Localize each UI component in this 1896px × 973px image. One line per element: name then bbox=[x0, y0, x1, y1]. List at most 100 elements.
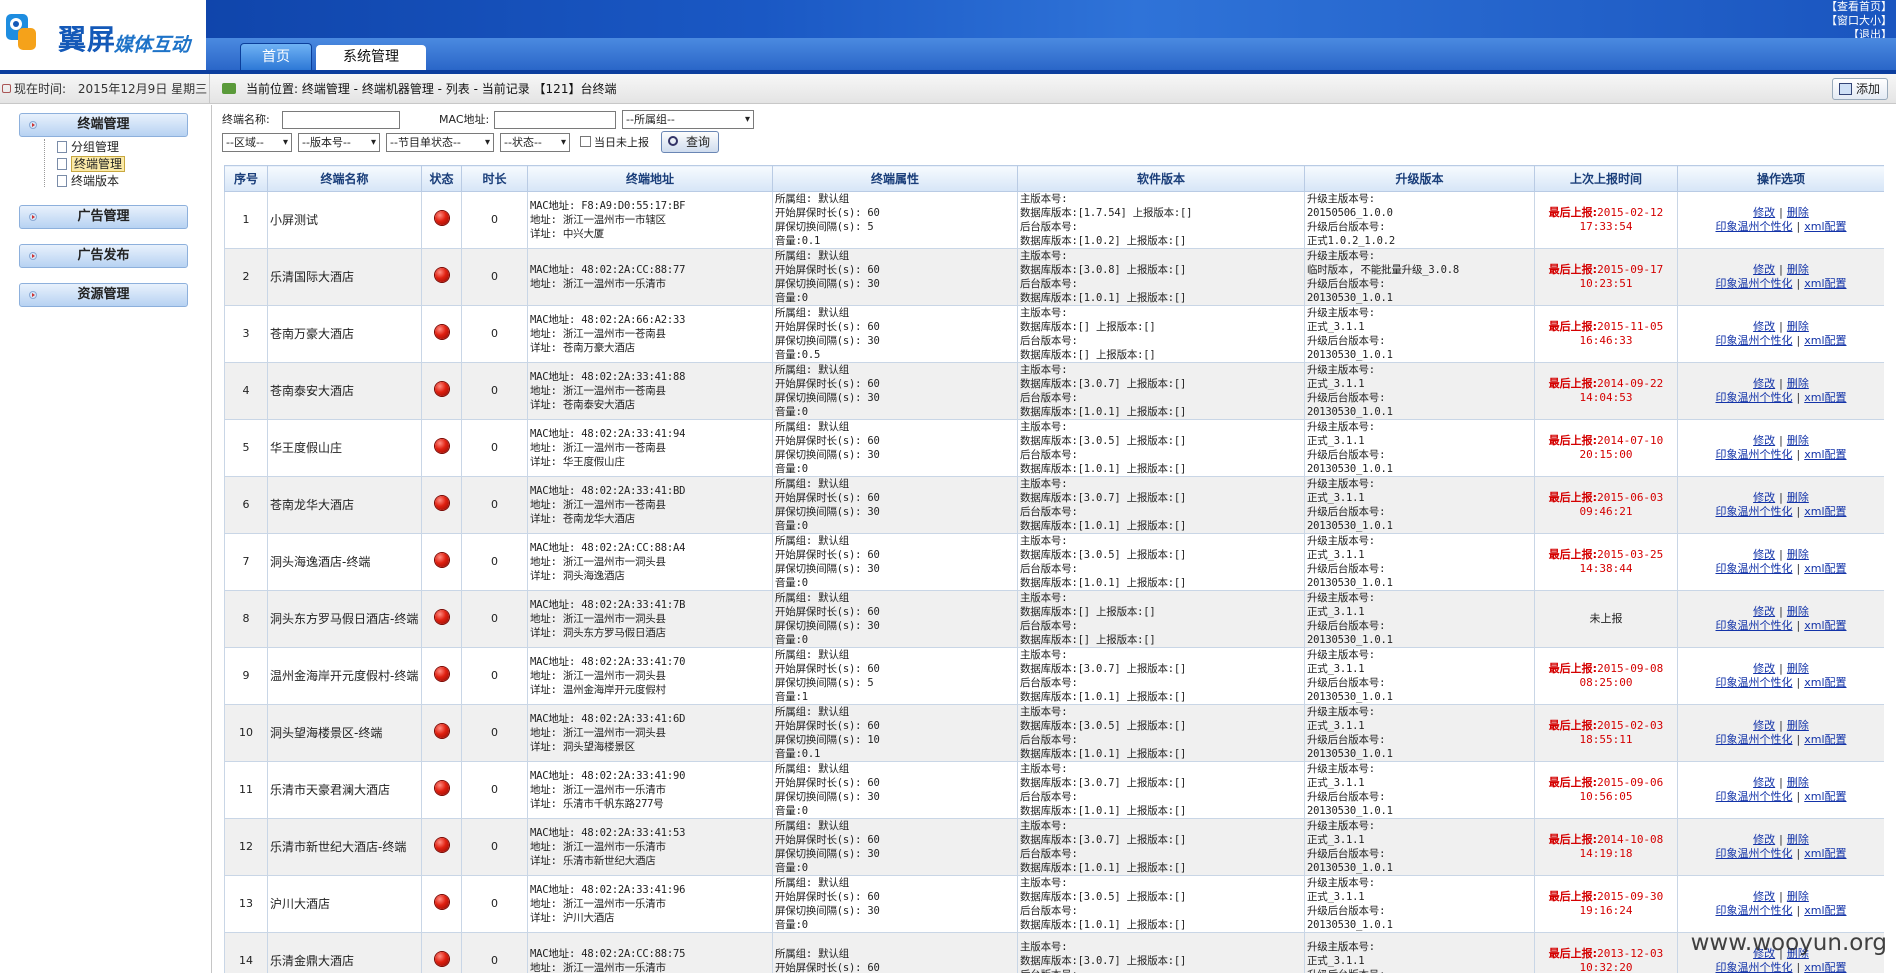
sidebar-item-terminal-version[interactable]: 终端版本 bbox=[55, 173, 119, 189]
xml-config-link[interactable]: xml配置 bbox=[1804, 220, 1846, 233]
edit-link[interactable]: 修改 bbox=[1753, 548, 1775, 561]
region-select[interactable]: --区域-- bbox=[222, 133, 292, 152]
delete-link[interactable]: 删除 bbox=[1787, 890, 1809, 903]
tab-home[interactable]: 首页 bbox=[240, 43, 312, 70]
sidebar-group-resource-management[interactable]: 资源管理 bbox=[19, 283, 188, 307]
xml-config-link[interactable]: xml配置 bbox=[1804, 505, 1846, 518]
status-cell bbox=[421, 590, 462, 648]
personalize-link[interactable]: 印象温州个性化 bbox=[1716, 505, 1793, 518]
action-separator: | bbox=[1796, 961, 1801, 973]
sidebar-item-group-management[interactable]: 分组管理 bbox=[55, 139, 119, 155]
personalize-link[interactable]: 印象温州个性化 bbox=[1716, 961, 1793, 973]
table-header-row: 序号 终端名称 状态 时长 终端地址 终端属性 软件版本 升级版本 上次上报时间… bbox=[224, 165, 1884, 192]
delete-link[interactable]: 删除 bbox=[1787, 491, 1809, 504]
xml-config-link[interactable]: xml配置 bbox=[1804, 961, 1846, 973]
delete-link[interactable]: 删除 bbox=[1787, 434, 1809, 447]
personalize-link[interactable]: 印象温州个性化 bbox=[1716, 733, 1793, 746]
unreported-today-checkbox[interactable] bbox=[580, 136, 591, 147]
sidebar-item-terminal-management[interactable]: 终端管理 bbox=[55, 156, 126, 172]
query-button[interactable]: 查询 bbox=[661, 131, 719, 153]
personalize-link[interactable]: 印象温州个性化 bbox=[1716, 904, 1793, 917]
delete-link[interactable]: 删除 bbox=[1787, 719, 1809, 732]
upgrade-version: 升级主版本号: 正式_3.1.1 升级后台版本号: 20130530_1.0.1 bbox=[1304, 590, 1535, 648]
tab-system-management[interactable]: 系统管理 bbox=[316, 45, 426, 70]
mac-address-input[interactable] bbox=[494, 111, 616, 129]
xml-config-link[interactable]: xml配置 bbox=[1804, 448, 1846, 461]
delete-link[interactable]: 删除 bbox=[1787, 320, 1809, 333]
personalize-link[interactable]: 印象温州个性化 bbox=[1716, 220, 1793, 233]
version-select[interactable]: --版本号-- bbox=[298, 133, 380, 152]
edit-link[interactable]: 修改 bbox=[1753, 320, 1775, 333]
xml-config-link[interactable]: xml配置 bbox=[1804, 334, 1846, 347]
delete-link[interactable]: 删除 bbox=[1787, 263, 1809, 276]
action-line: 印象温州个性化 | xml配置 bbox=[1680, 619, 1882, 633]
delete-link[interactable]: 删除 bbox=[1787, 206, 1809, 219]
software-version: 主版本号: 数据库版本:[] 上报版本:[] 后台版本号: 数据库版本:[] 上报版本… bbox=[1017, 305, 1305, 363]
sidebar-group-terminal-management[interactable]: 终端管理 bbox=[19, 113, 188, 137]
action-line: 印象温州个性化 | xml配置 bbox=[1680, 391, 1882, 405]
sidebar-group-ad-publish[interactable]: 广告发布 bbox=[19, 244, 188, 268]
cell-line: 主版本号: bbox=[1020, 592, 1068, 604]
personalize-link[interactable]: 印象温州个性化 bbox=[1716, 562, 1793, 575]
cell-line: 数据库版本:[1.0.1] 上报版本:[] bbox=[1020, 520, 1187, 532]
edit-link[interactable]: 修改 bbox=[1753, 833, 1775, 846]
xml-config-link[interactable]: xml配置 bbox=[1804, 391, 1846, 404]
cell-line: MAC地址: 48:02:2A:33:41:7B bbox=[530, 599, 686, 611]
cell-line: 数据库版本:[3.0.5] 上报版本:[] bbox=[1020, 435, 1187, 447]
edit-link[interactable]: 修改 bbox=[1753, 776, 1775, 789]
edit-link[interactable]: 修改 bbox=[1753, 491, 1775, 504]
personalize-link[interactable]: 印象温州个性化 bbox=[1716, 847, 1793, 860]
delete-link[interactable]: 删除 bbox=[1787, 662, 1809, 675]
delete-link[interactable]: 删除 bbox=[1787, 377, 1809, 390]
cell-line: 地址: 浙江一温州市一洞头县 bbox=[530, 556, 666, 568]
edit-link[interactable]: 修改 bbox=[1753, 377, 1775, 390]
window-size-link[interactable]: 【窗口大小】 bbox=[1802, 14, 1892, 28]
delete-link[interactable]: 删除 bbox=[1787, 833, 1809, 846]
edit-link[interactable]: 修改 bbox=[1753, 605, 1775, 618]
edit-link[interactable]: 修改 bbox=[1753, 719, 1775, 732]
xml-config-link[interactable]: xml配置 bbox=[1804, 676, 1846, 689]
xml-config-link[interactable]: xml配置 bbox=[1804, 733, 1846, 746]
sidebar-group-ad-management[interactable]: 广告管理 bbox=[19, 205, 188, 229]
action-line: 修改 | 删除 bbox=[1680, 719, 1882, 733]
xml-config-link[interactable]: xml配置 bbox=[1804, 790, 1846, 803]
status-cell bbox=[421, 647, 462, 705]
last-report-clock: 10:32:20 bbox=[1579, 961, 1633, 973]
personalize-link[interactable]: 印象温州个性化 bbox=[1716, 391, 1793, 404]
last-report-line: 最后上报:2014-10-08 bbox=[1537, 833, 1675, 847]
xml-config-link[interactable]: xml配置 bbox=[1804, 562, 1846, 575]
xml-config-link[interactable]: xml配置 bbox=[1804, 904, 1846, 917]
program-status-select[interactable]: --节目单状态-- bbox=[386, 133, 494, 152]
cell-line: 升级主版本号: bbox=[1307, 592, 1375, 604]
add-button[interactable]: 添加 bbox=[1832, 78, 1888, 100]
terminal-name-input[interactable] bbox=[282, 111, 400, 129]
current-time: 现在时间: 2015年12月9日 星期三 bbox=[0, 74, 210, 104]
view-home-link[interactable]: 【查看首页】 bbox=[1802, 0, 1892, 14]
edit-link[interactable]: 修改 bbox=[1753, 890, 1775, 903]
last-report-label: 最后上报: bbox=[1548, 662, 1598, 675]
status-select[interactable]: --状态-- bbox=[500, 133, 570, 152]
personalize-link[interactable]: 印象温州个性化 bbox=[1716, 448, 1793, 461]
xml-config-link[interactable]: xml配置 bbox=[1804, 847, 1846, 860]
cell-line: 升级后台版本号: bbox=[1307, 734, 1386, 746]
personalize-link[interactable]: 印象温州个性化 bbox=[1716, 334, 1793, 347]
delete-link[interactable]: 删除 bbox=[1787, 605, 1809, 618]
personalize-link[interactable]: 印象温州个性化 bbox=[1716, 619, 1793, 632]
edit-link[interactable]: 修改 bbox=[1753, 206, 1775, 219]
personalize-link[interactable]: 印象温州个性化 bbox=[1716, 277, 1793, 290]
delete-link[interactable]: 删除 bbox=[1787, 548, 1809, 561]
edit-link[interactable]: 修改 bbox=[1753, 263, 1775, 276]
software-version: 主版本号: 数据库版本:[3.0.8] 上报版本:[] 后台版本号: 数据库版本:[1… bbox=[1017, 248, 1305, 306]
action-line: 修改 | 删除 bbox=[1680, 662, 1882, 676]
terminal-name: 沪川大酒店 bbox=[267, 875, 422, 933]
xml-config-link[interactable]: xml配置 bbox=[1804, 277, 1846, 290]
cell-line: 数据库版本:[1.0.1] 上报版本:[] bbox=[1020, 691, 1187, 703]
cell-line: 所属组: 默认组 bbox=[775, 307, 850, 319]
xml-config-link[interactable]: xml配置 bbox=[1804, 619, 1846, 632]
edit-link[interactable]: 修改 bbox=[1753, 434, 1775, 447]
edit-link[interactable]: 修改 bbox=[1753, 662, 1775, 675]
personalize-link[interactable]: 印象温州个性化 bbox=[1716, 790, 1793, 803]
personalize-link[interactable]: 印象温州个性化 bbox=[1716, 676, 1793, 689]
delete-link[interactable]: 删除 bbox=[1787, 776, 1809, 789]
group-select[interactable]: --所属组-- bbox=[622, 110, 754, 129]
